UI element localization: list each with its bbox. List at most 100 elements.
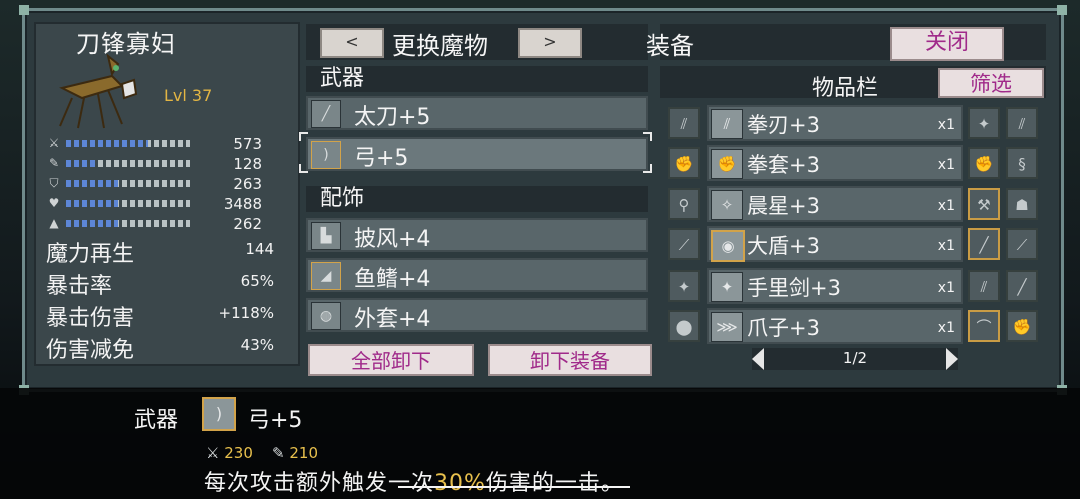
attack-icon: ⚔ [48,136,60,150]
inventory-item[interactable]: ⋙ 爪子+3 x1 [707,308,963,344]
filter-button[interactable]: 筛选 [938,68,1044,98]
inventory-item[interactable]: ✦ 手里剑+3 x1 [707,268,963,304]
inventory-title: 物品栏 [812,76,879,101]
staff-icon[interactable]: ⟋ [668,228,700,260]
stat-bar [66,140,190,147]
fin-icon: ◢ [311,262,341,290]
inventory-item-qty: x1 [937,117,955,133]
stat-row: ⛉ 263 [46,175,286,193]
staff-icon[interactable]: ⟋ [1006,228,1038,260]
shuriken-icon[interactable]: ✦ [968,107,1000,139]
glove-icon[interactable]: ⫽ [1006,107,1038,139]
extra-stat-label: 暴击伤害 [46,306,135,331]
shuriken-icon: ✦ [711,272,743,302]
stat-value: 573 [233,135,262,153]
stat-bar [66,160,190,167]
extra-stat-label: 伤害减免 [46,338,135,363]
close-button[interactable]: 关闭 [890,27,1004,61]
knuckle-blade-icon: ⫽ [711,109,743,139]
extra-stat-row: 暴击伤害 +118% [46,300,286,331]
wand-icon[interactable]: ╱ [1006,270,1038,302]
shuriken-icon[interactable]: ✦ [668,270,700,302]
monster-level: Lvl 37 [164,86,213,105]
stat-row: ⚔ 573 [46,135,286,153]
weapon-slot-label: 太刀+5 [354,105,431,130]
monster-sprite [59,54,138,129]
accessory-slot-1[interactable]: ▙ 披风+4 [306,218,648,252]
extra-stat-value: 43% [240,336,274,354]
glove-icon[interactable]: ⫽ [968,270,1000,302]
resist-icon: ▲ [49,216,59,230]
stat-bar-fill [66,140,148,147]
selection-corner [299,164,308,173]
tooltip-description: 每次攻击额外触发一次30%伤害的一击。 [204,465,624,497]
selection-corner [643,164,652,173]
inventory-item-name: 爪子+3 [747,316,820,340]
weapon-slot-2[interactable]: ) 弓+5 [306,137,648,171]
tooltip-desc-highlight: 30% [434,471,486,496]
frame-corner [19,5,29,15]
sword-icon: ╱ [311,100,341,128]
tooltip-desc-post: 伤害的一击。 [485,471,624,496]
hammer-icon[interactable]: ⚒ [968,188,1000,220]
next-monster-button[interactable]: > [518,28,582,58]
extra-stat-label: 魔力再生 [46,242,135,267]
bow-icon: ) [311,141,341,169]
claw-icon: ⋙ [711,312,743,342]
stat-value: 128 [233,155,262,173]
helmet-icon[interactable]: ⬤ [668,310,700,342]
scythe-icon[interactable]: ⌒ [968,310,1000,342]
skull-icon[interactable]: ☗ [1006,188,1038,220]
mace-icon[interactable]: ⚲ [668,188,700,220]
inventory-item-name: 拳套+3 [747,153,820,177]
defense-icon: ⛉ [49,176,59,190]
inventory-item-qty: x1 [937,157,955,173]
stat-bar [66,220,190,227]
tooltip-desc-pre: 每次攻击额外触发一次 [204,471,435,496]
accessory-slot-3[interactable]: ◍ 外套+4 [306,298,648,332]
glove-icon[interactable]: ⫽ [668,107,700,139]
weapon-slot-1[interactable]: ╱ 太刀+5 [306,96,648,130]
bow-icon: ) [202,397,236,431]
tooltip-slot-label: 武器 [134,408,179,433]
inventory-item[interactable]: ◉ 大盾+3 x1 [707,226,963,262]
inventory-item-qty: x1 [937,280,955,296]
inventory-item[interactable]: ✧ 晨星+3 x1 [707,186,963,222]
weapon-slot-label: 弓+5 [354,146,409,171]
extra-stat-row: 魔力再生 144 [46,236,286,267]
stat-row: ▲ 262 [46,215,286,233]
prev-monster-button[interactable]: < [320,28,384,58]
inventory-item-qty: x1 [937,198,955,214]
accessory-slot-label: 外套+4 [354,307,431,332]
magic-icon: ✎ [48,156,60,170]
unequip-button[interactable]: 卸下装备 [488,344,652,376]
extra-stat-label: 暴击率 [46,274,113,299]
sword-icon[interactable]: ╱ [968,228,1000,260]
tooltip-attack-stat: ⚔ 230 [206,444,253,462]
inventory-pager: 1/2 [752,348,958,370]
tooltip-magic-value: 210 [289,444,318,462]
inventory-item-name: 大盾+3 [747,234,820,258]
next-page-icon[interactable] [946,348,958,370]
extra-stat-value: 144 [245,240,274,258]
accessory-slot-2[interactable]: ◢ 鱼鳍+4 [306,258,648,292]
gauntlet-icon[interactable]: ✊ [668,147,700,179]
shield-icon: ◉ [711,230,745,262]
extra-stat-value: +118% [218,304,274,322]
unequip-all-button[interactable]: 全部卸下 [308,344,474,376]
fist-icon[interactable]: ✊ [1006,310,1038,342]
inventory-item[interactable]: ⫽ 拳刃+3 x1 [707,105,963,141]
change-monster-label: 更换魔物 [392,32,488,60]
selection-corner [299,132,308,141]
whip-icon[interactable]: § [1006,147,1038,179]
extra-stat-row: 伤害减免 43% [46,332,286,363]
inventory-item[interactable]: ✊ 拳套+3 x1 [707,145,963,181]
cape-icon: ▙ [311,222,341,250]
tooltip-item-name: 弓+5 [248,408,303,433]
inventory-item-qty: x1 [937,238,955,254]
stat-bar-fill [66,180,118,187]
weapons-section-title: 武器 [306,66,648,92]
gauntlet-icon[interactable]: ✊ [968,147,1000,179]
stat-value: 262 [233,215,262,233]
stat-bar [66,200,190,207]
